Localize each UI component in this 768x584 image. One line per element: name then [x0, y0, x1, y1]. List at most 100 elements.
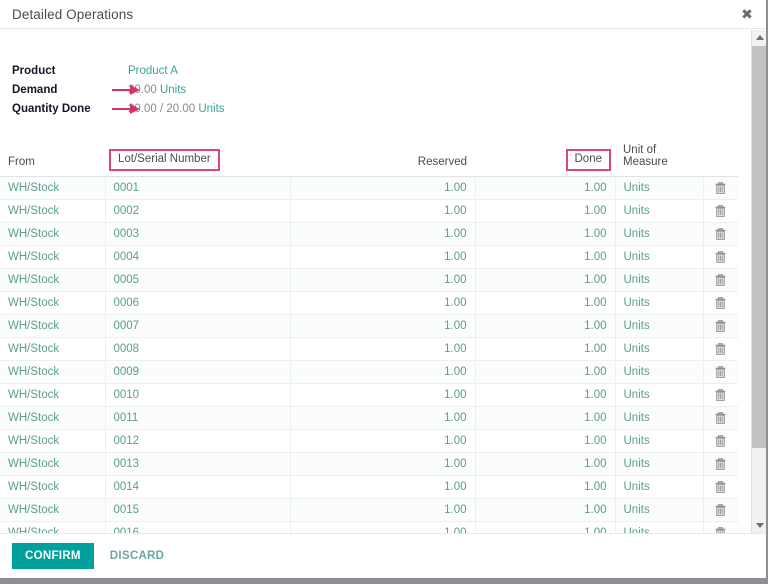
- scroll-up-arrow-icon[interactable]: [752, 30, 767, 45]
- delete-row-button[interactable]: [703, 407, 738, 430]
- cell-reserved[interactable]: 1.00: [290, 338, 475, 361]
- cell-lot-serial[interactable]: 0013: [105, 453, 290, 476]
- delete-row-button[interactable]: [703, 177, 738, 200]
- cell-done[interactable]: 1.00: [475, 453, 615, 476]
- vertical-scrollbar[interactable]: [751, 30, 766, 533]
- cell-reserved[interactable]: 1.00: [290, 200, 475, 223]
- confirm-button[interactable]: CONFIRM: [12, 543, 94, 569]
- cell-from[interactable]: WH/Stock: [0, 361, 105, 384]
- cell-from[interactable]: WH/Stock: [0, 223, 105, 246]
- cell-unit-of-measure[interactable]: Units: [615, 177, 703, 200]
- delete-row-button[interactable]: [703, 292, 738, 315]
- table-row[interactable]: WH/Stock00071.001.00Units: [0, 315, 738, 338]
- cell-unit-of-measure[interactable]: Units: [615, 384, 703, 407]
- cell-reserved[interactable]: 1.00: [290, 292, 475, 315]
- delete-row-button[interactable]: [703, 522, 738, 533]
- cell-done[interactable]: 1.00: [475, 223, 615, 246]
- delete-row-button[interactable]: [703, 269, 738, 292]
- delete-row-button[interactable]: [703, 453, 738, 476]
- cell-from[interactable]: WH/Stock: [0, 269, 105, 292]
- delete-row-button[interactable]: [703, 246, 738, 269]
- cell-reserved[interactable]: 1.00: [290, 453, 475, 476]
- cell-lot-serial[interactable]: 0012: [105, 430, 290, 453]
- cell-done[interactable]: 1.00: [475, 384, 615, 407]
- cell-unit-of-measure[interactable]: Units: [615, 453, 703, 476]
- cell-unit-of-measure[interactable]: Units: [615, 338, 703, 361]
- delete-row-button[interactable]: [703, 338, 738, 361]
- cell-from[interactable]: WH/Stock: [0, 476, 105, 499]
- cell-lot-serial[interactable]: 0004: [105, 246, 290, 269]
- cell-from[interactable]: WH/Stock: [0, 453, 105, 476]
- cell-done[interactable]: 1.00: [475, 407, 615, 430]
- cell-unit-of-measure[interactable]: Units: [615, 292, 703, 315]
- cell-lot-serial[interactable]: 0006: [105, 292, 290, 315]
- cell-lot-serial[interactable]: 0014: [105, 476, 290, 499]
- cell-lot-serial[interactable]: 0011: [105, 407, 290, 430]
- column-header-lot-serial[interactable]: Lot/Serial Number: [105, 140, 290, 177]
- cell-from[interactable]: WH/Stock: [0, 407, 105, 430]
- cell-done[interactable]: 1.00: [475, 177, 615, 200]
- cell-lot-serial[interactable]: 0009: [105, 361, 290, 384]
- column-header-reserved[interactable]: Reserved: [290, 140, 475, 177]
- cell-reserved[interactable]: 1.00: [290, 177, 475, 200]
- cell-lot-serial[interactable]: 0008: [105, 338, 290, 361]
- table-row[interactable]: WH/Stock00041.001.00Units: [0, 246, 738, 269]
- cell-reserved[interactable]: 1.00: [290, 223, 475, 246]
- cell-from[interactable]: WH/Stock: [0, 177, 105, 200]
- delete-row-button[interactable]: [703, 223, 738, 246]
- table-row[interactable]: WH/Stock00151.001.00Units: [0, 499, 738, 522]
- cell-from[interactable]: WH/Stock: [0, 430, 105, 453]
- cell-reserved[interactable]: 1.00: [290, 430, 475, 453]
- table-row[interactable]: WH/Stock00121.001.00Units: [0, 430, 738, 453]
- cell-done[interactable]: 1.00: [475, 315, 615, 338]
- cell-reserved[interactable]: 1.00: [290, 361, 475, 384]
- cell-lot-serial[interactable]: 0010: [105, 384, 290, 407]
- cell-unit-of-measure[interactable]: Units: [615, 361, 703, 384]
- column-header-unit-of-measure[interactable]: Unit of Measure: [615, 140, 703, 177]
- close-icon[interactable]: ✖: [738, 5, 756, 23]
- cell-reserved[interactable]: 1.00: [290, 246, 475, 269]
- cell-reserved[interactable]: 1.00: [290, 384, 475, 407]
- delete-row-button[interactable]: [703, 476, 738, 499]
- cell-unit-of-measure[interactable]: Units: [615, 269, 703, 292]
- table-row[interactable]: WH/Stock00021.001.00Units: [0, 200, 738, 223]
- cell-unit-of-measure[interactable]: Units: [615, 407, 703, 430]
- scrollbar-thumb[interactable]: [752, 46, 767, 448]
- cell-unit-of-measure[interactable]: Units: [615, 315, 703, 338]
- cell-lot-serial[interactable]: 0005: [105, 269, 290, 292]
- cell-from[interactable]: WH/Stock: [0, 292, 105, 315]
- cell-reserved[interactable]: 1.00: [290, 499, 475, 522]
- cell-done[interactable]: 1.00: [475, 269, 615, 292]
- cell-from[interactable]: WH/Stock: [0, 522, 105, 533]
- table-row[interactable]: WH/Stock00061.001.00Units: [0, 292, 738, 315]
- cell-lot-serial[interactable]: 0002: [105, 200, 290, 223]
- cell-done[interactable]: 1.00: [475, 361, 615, 384]
- cell-reserved[interactable]: 1.00: [290, 269, 475, 292]
- cell-lot-serial[interactable]: 0001: [105, 177, 290, 200]
- cell-lot-serial[interactable]: 0007: [105, 315, 290, 338]
- cell-lot-serial[interactable]: 0003: [105, 223, 290, 246]
- column-header-from[interactable]: From: [0, 140, 105, 177]
- cell-unit-of-measure[interactable]: Units: [615, 522, 703, 533]
- cell-done[interactable]: 1.00: [475, 499, 615, 522]
- delete-row-button[interactable]: [703, 315, 738, 338]
- cell-unit-of-measure[interactable]: Units: [615, 223, 703, 246]
- cell-reserved[interactable]: 1.00: [290, 315, 475, 338]
- cell-from[interactable]: WH/Stock: [0, 499, 105, 522]
- discard-button[interactable]: DISCARD: [104, 543, 171, 569]
- column-header-done[interactable]: Done: [475, 140, 615, 177]
- cell-unit-of-measure[interactable]: Units: [615, 430, 703, 453]
- cell-from[interactable]: WH/Stock: [0, 338, 105, 361]
- cell-done[interactable]: 1.00: [475, 292, 615, 315]
- cell-done[interactable]: 1.00: [475, 476, 615, 499]
- table-row[interactable]: WH/Stock00161.001.00Units: [0, 522, 738, 533]
- delete-row-button[interactable]: [703, 200, 738, 223]
- cell-unit-of-measure[interactable]: Units: [615, 200, 703, 223]
- table-row[interactable]: WH/Stock00031.001.00Units: [0, 223, 738, 246]
- cell-from[interactable]: WH/Stock: [0, 200, 105, 223]
- cell-reserved[interactable]: 1.00: [290, 407, 475, 430]
- cell-done[interactable]: 1.00: [475, 200, 615, 223]
- table-row[interactable]: WH/Stock00011.001.00Units: [0, 177, 738, 200]
- table-row[interactable]: WH/Stock00111.001.00Units: [0, 407, 738, 430]
- cell-reserved[interactable]: 1.00: [290, 476, 475, 499]
